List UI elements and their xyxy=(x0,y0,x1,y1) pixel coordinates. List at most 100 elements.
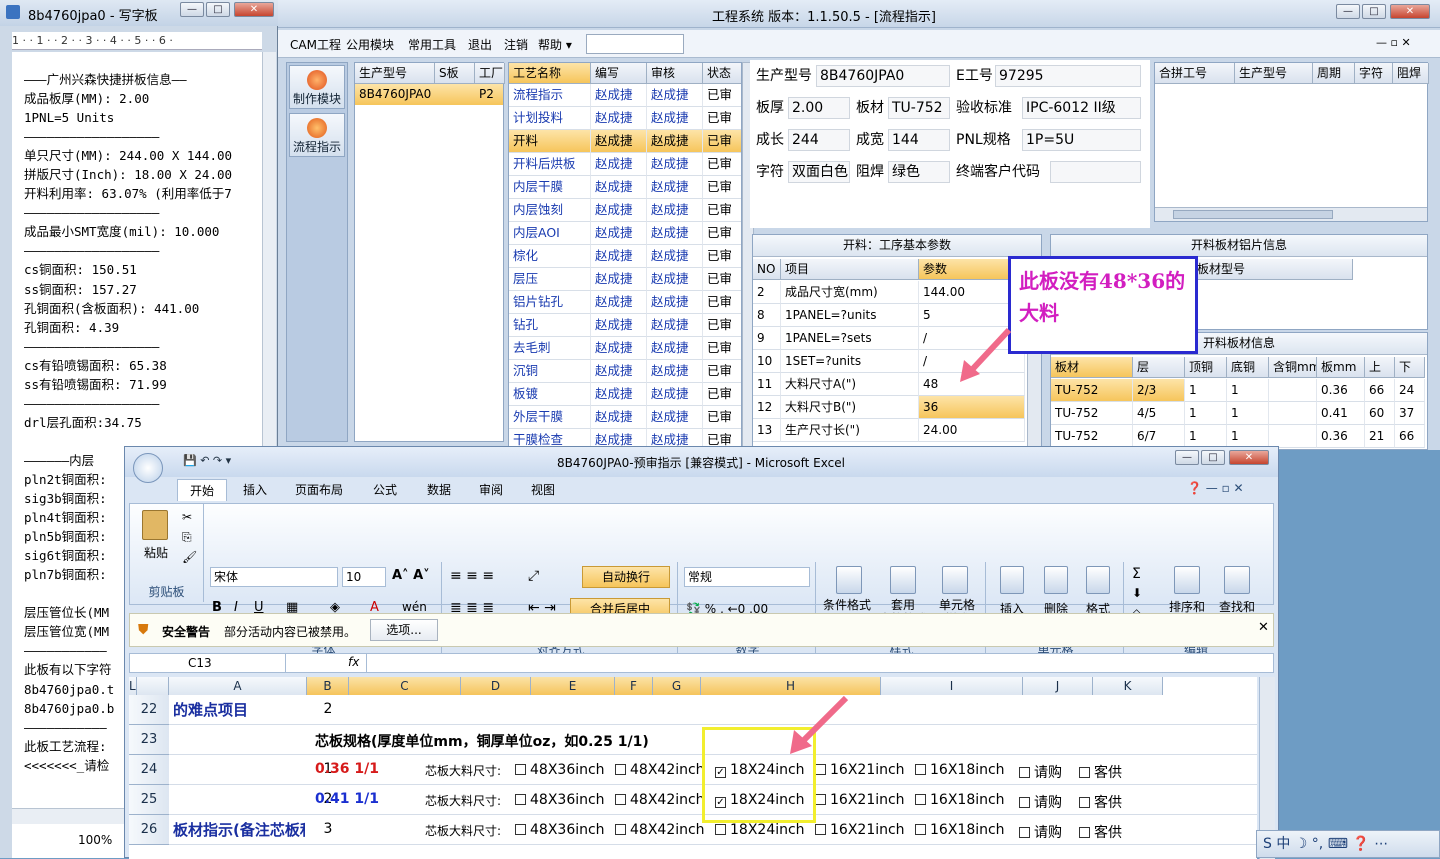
col-reviewer[interactable]: 审核 xyxy=(647,63,703,84)
menu-help[interactable]: 帮助 ▾ xyxy=(538,36,572,53)
checkbox-item[interactable]: 16X21inch xyxy=(815,822,905,838)
process-cell[interactable]: 板镀 xyxy=(509,383,591,406)
number-format-select[interactable]: 常规 xyxy=(684,567,810,587)
mat-cell[interactable]: 66 xyxy=(1365,379,1395,402)
mat-cell[interactable]: 4/5 xyxy=(1133,402,1185,425)
unchecked-box-icon[interactable] xyxy=(1079,797,1090,808)
mat-header[interactable]: 顶铜 xyxy=(1185,357,1227,378)
mat-cell[interactable] xyxy=(1269,379,1317,402)
unchecked-box-icon[interactable] xyxy=(1019,827,1030,838)
column-header[interactable]: E xyxy=(531,677,615,695)
mat-cell[interactable] xyxy=(1269,402,1317,425)
checkbox-item[interactable]: 16X21inch xyxy=(815,762,905,778)
mat-cell[interactable]: 21 xyxy=(1365,425,1395,448)
help-icon[interactable]: ❓ — ▫ ✕ xyxy=(1187,481,1244,495)
minimize-button[interactable]: — xyxy=(1175,450,1199,465)
mat-cell[interactable]: 66 xyxy=(1395,425,1425,448)
unchecked-box-icon[interactable] xyxy=(815,824,826,835)
row-header[interactable]: 22 xyxy=(129,695,169,725)
checkbox-item[interactable]: 客供 xyxy=(1079,822,1122,842)
unchecked-box-icon[interactable] xyxy=(1079,767,1090,778)
make-module-button[interactable]: 制作模块 xyxy=(289,65,345,109)
col-combine-model[interactable]: 生产型号 xyxy=(1235,63,1313,84)
mat-header[interactable]: 底铜 xyxy=(1227,357,1269,378)
process-cell[interactable]: 开料 xyxy=(509,130,591,153)
param-cell[interactable]: 10 xyxy=(753,350,781,373)
param-cell[interactable]: 1SET=?units xyxy=(781,350,919,373)
column-header[interactable]: J xyxy=(1023,677,1093,695)
process-cell[interactable]: 内层蚀刻 xyxy=(509,199,591,222)
checkbox-item[interactable]: 请购 xyxy=(1019,792,1062,812)
menu-combo[interactable] xyxy=(586,34,684,54)
cell-b[interactable]: 2 xyxy=(313,701,343,717)
process-cell[interactable]: 内层干膜 xyxy=(509,176,591,199)
formula-input[interactable] xyxy=(366,654,1273,672)
mdi-controls[interactable]: — ▫ ✕ xyxy=(1376,36,1411,49)
mat-cell[interactable]: 0.41 xyxy=(1317,402,1365,425)
process-cell[interactable]: 沉铜 xyxy=(509,360,591,383)
column-header[interactable]: A xyxy=(169,677,307,695)
office-button[interactable] xyxy=(133,453,163,483)
col-combine-cycle[interactable]: 周期 xyxy=(1313,63,1355,84)
param-cell[interactable]: 1PANEL=?sets xyxy=(781,327,919,350)
font-size-select[interactable]: 10 xyxy=(342,567,386,587)
mat-cell[interactable]: 1 xyxy=(1227,425,1269,448)
col-writer[interactable]: 编写 xyxy=(591,63,647,84)
column-header[interactable]: K xyxy=(1093,677,1163,695)
param-cell[interactable]: 36 xyxy=(919,396,1025,419)
unchecked-box-icon[interactable] xyxy=(515,794,526,805)
std-field[interactable]: IPC-6012 II级 xyxy=(1022,97,1141,119)
fill-icon[interactable]: ⬇ xyxy=(1132,586,1142,600)
mat-field[interactable]: TU-752 xyxy=(888,97,950,119)
process-cell[interactable]: 钻孔 xyxy=(509,314,591,337)
sheet-grid[interactable]: ABCDEFGHIJK L 22 的难点项目 2 23 芯板规格(厚度单位mm，铜厚单位o… xyxy=(129,677,1257,859)
column-header[interactable]: C xyxy=(349,677,461,695)
checkbox-item[interactable]: 48X36inch xyxy=(515,792,605,808)
mat-cell[interactable] xyxy=(1269,425,1317,448)
param-cell[interactable]: 成品尺寸宽(mm) xyxy=(781,281,919,304)
process-cell[interactable]: 去毛刺 xyxy=(509,337,591,360)
ime-toolbar[interactable]: S 中 ☽ °, ⌨ ❓ ⋯ xyxy=(1256,830,1440,858)
column-header[interactable]: G xyxy=(653,677,701,695)
checkbox-item[interactable]: 客供 xyxy=(1079,762,1122,782)
cut-icon[interactable]: ✂ xyxy=(182,510,192,524)
cell-c[interactable]: 0.36 1/1 xyxy=(315,761,423,777)
model-row[interactable]: 8B4760JPA0 P2 xyxy=(355,84,503,105)
minimize-button[interactable]: — xyxy=(1336,4,1360,19)
orientation-icon[interactable]: ⤢ xyxy=(528,568,539,584)
quick-access-icon[interactable]: 💾 ↶ ↷ ▾ xyxy=(183,454,231,467)
checkbox-item[interactable]: 48X42inch xyxy=(615,822,705,838)
column-header[interactable]: F xyxy=(615,677,653,695)
mat-header[interactable]: 板材 xyxy=(1051,357,1133,378)
mat-cell[interactable]: 1 xyxy=(1227,402,1269,425)
unchecked-box-icon[interactable] xyxy=(1079,827,1090,838)
mat-cell[interactable]: 24 xyxy=(1395,379,1425,402)
param-cell[interactable]: 13 xyxy=(753,419,781,442)
mat-cell[interactable]: 0.36 xyxy=(1317,425,1365,448)
maximize-button[interactable]: □ xyxy=(1362,4,1386,19)
checkbox-item[interactable]: 48X36inch xyxy=(515,822,605,838)
mask-field[interactable]: 绿色 xyxy=(888,161,950,183)
mat-header[interactable]: 上 xyxy=(1365,357,1395,378)
process-cell[interactable]: 层压 xyxy=(509,268,591,291)
row-header[interactable]: 26 xyxy=(129,815,169,845)
unchecked-box-icon[interactable] xyxy=(915,824,926,835)
mat-header[interactable]: 板mm xyxy=(1317,357,1365,378)
eno-field[interactable]: 97295 xyxy=(995,65,1141,87)
unchecked-box-icon[interactable] xyxy=(815,764,826,775)
unchecked-box-icon[interactable] xyxy=(915,794,926,805)
menu-logout[interactable]: 注销 xyxy=(504,36,528,53)
tab-view[interactable]: 视图 xyxy=(531,479,555,501)
process-cell[interactable]: 内层AOI xyxy=(509,222,591,245)
unchecked-box-icon[interactable] xyxy=(615,764,626,775)
cell-a[interactable]: 板材指示(备注芯板和半片 xyxy=(173,819,305,840)
cell-c[interactable]: 芯板规格(厚度单位mm，铜厚单位oz，如0.25 1/1) xyxy=(315,731,649,751)
align-top-icon[interactable]: ≡ ≡ ≡ xyxy=(450,568,494,584)
checkbox-item[interactable]: 16X18inch xyxy=(915,762,1005,778)
fx-icon[interactable]: fx xyxy=(348,655,359,669)
row-header[interactable]: 23 xyxy=(129,725,169,755)
name-box[interactable]: C13 xyxy=(130,654,286,672)
param-cell[interactable]: 24.00 xyxy=(919,419,1025,442)
checkbox-item[interactable]: 16X18inch xyxy=(915,822,1005,838)
menu-public[interactable]: 公用模块 xyxy=(346,36,394,53)
